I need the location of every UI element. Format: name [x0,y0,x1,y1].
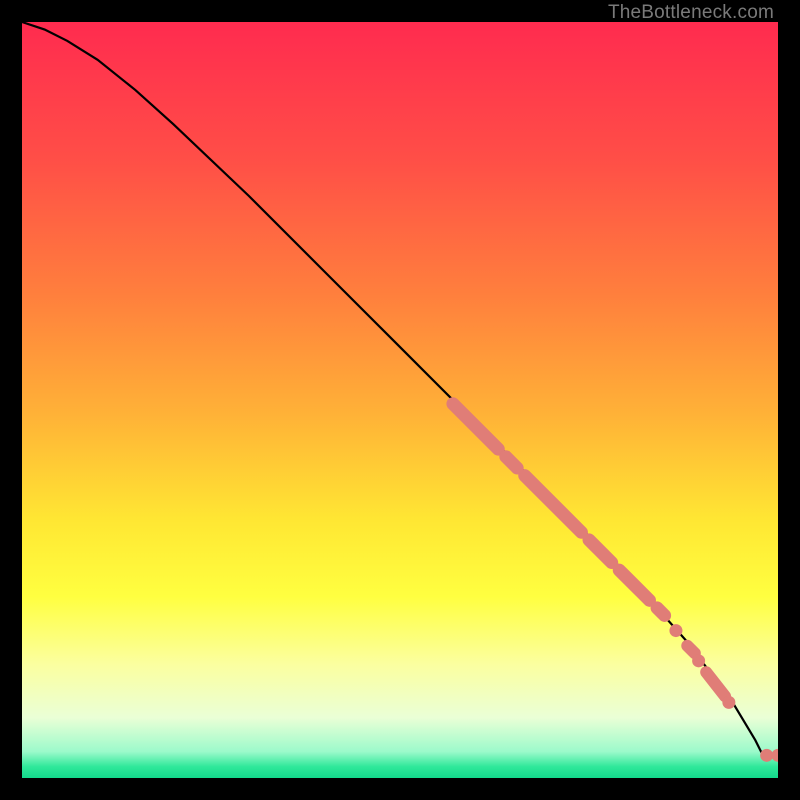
marker-segment [506,457,517,468]
marker-segment [657,608,665,616]
marker-segment [687,646,695,654]
marker-dot [722,696,735,709]
marker-dot [692,654,705,667]
marker-dot [760,749,773,762]
chart-svg [22,22,778,778]
chart-background [22,22,778,778]
attribution-text: TheBottleneck.com [608,2,774,24]
chart-frame [22,22,778,778]
marker-dot [669,624,682,637]
